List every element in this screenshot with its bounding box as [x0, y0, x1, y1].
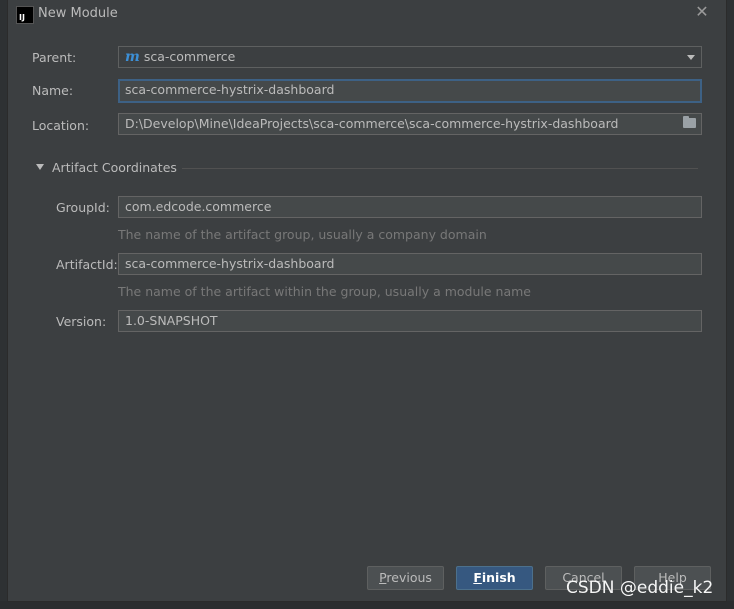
maven-module-icon: m [125, 49, 140, 65]
location-label: Location: [32, 118, 90, 133]
parent-combobox[interactable]: m sca-commerce [118, 46, 702, 68]
folder-icon[interactable] [683, 116, 696, 128]
new-module-dialog: IJ New Module ✕ Parent: m sca-commerce Na… [8, 0, 726, 601]
finish-mnemonic: F [473, 570, 482, 585]
intellij-icon: IJ [16, 6, 34, 24]
close-icon[interactable]: ✕ [694, 4, 710, 20]
groupid-field[interactable]: com.edcode.commerce [118, 196, 702, 218]
version-label: Version: [56, 314, 107, 329]
title-bar: IJ New Module ✕ [8, 0, 726, 30]
background-bottom [0, 601, 734, 609]
collapse-triangle-icon[interactable] [36, 164, 44, 170]
chevron-down-icon[interactable] [687, 55, 695, 60]
section-label: Artifact Coordinates [52, 160, 177, 175]
watermark-text: CSDN @eddie_k2 [566, 578, 714, 598]
background-right [726, 0, 734, 609]
artifact-coordinates-section[interactable]: Artifact Coordinates [36, 160, 698, 176]
section-divider [182, 168, 698, 169]
parent-label: Parent: [32, 50, 77, 65]
previous-label: revious [386, 570, 432, 585]
artifactid-field[interactable]: sca-commerce-hystrix-dashboard [118, 253, 702, 275]
groupid-hint: The name of the artifact group, usually … [118, 227, 487, 242]
artifactid-label: ArtifactId: [56, 257, 118, 272]
version-field[interactable]: 1.0-SNAPSHOT [118, 310, 702, 332]
app-icon-text: IJ [19, 13, 25, 22]
name-field[interactable]: sca-commerce-hystrix-dashboard [118, 79, 702, 103]
location-value: D:\Develop\Mine\IdeaProjects\sca-commerc… [125, 116, 619, 131]
artifactid-hint: The name of the artifact within the grou… [118, 284, 531, 299]
background-left [0, 0, 8, 609]
name-label: Name: [32, 83, 74, 98]
previous-button[interactable]: Previous [367, 566, 444, 590]
location-field[interactable]: D:\Develop\Mine\IdeaProjects\sca-commerc… [118, 113, 702, 135]
finish-button[interactable]: Finish [456, 566, 533, 590]
parent-value: sca-commerce [143, 49, 236, 64]
dialog-title: New Module [38, 6, 118, 21]
groupid-label: GroupId: [56, 200, 110, 215]
finish-label: inish [481, 570, 516, 585]
